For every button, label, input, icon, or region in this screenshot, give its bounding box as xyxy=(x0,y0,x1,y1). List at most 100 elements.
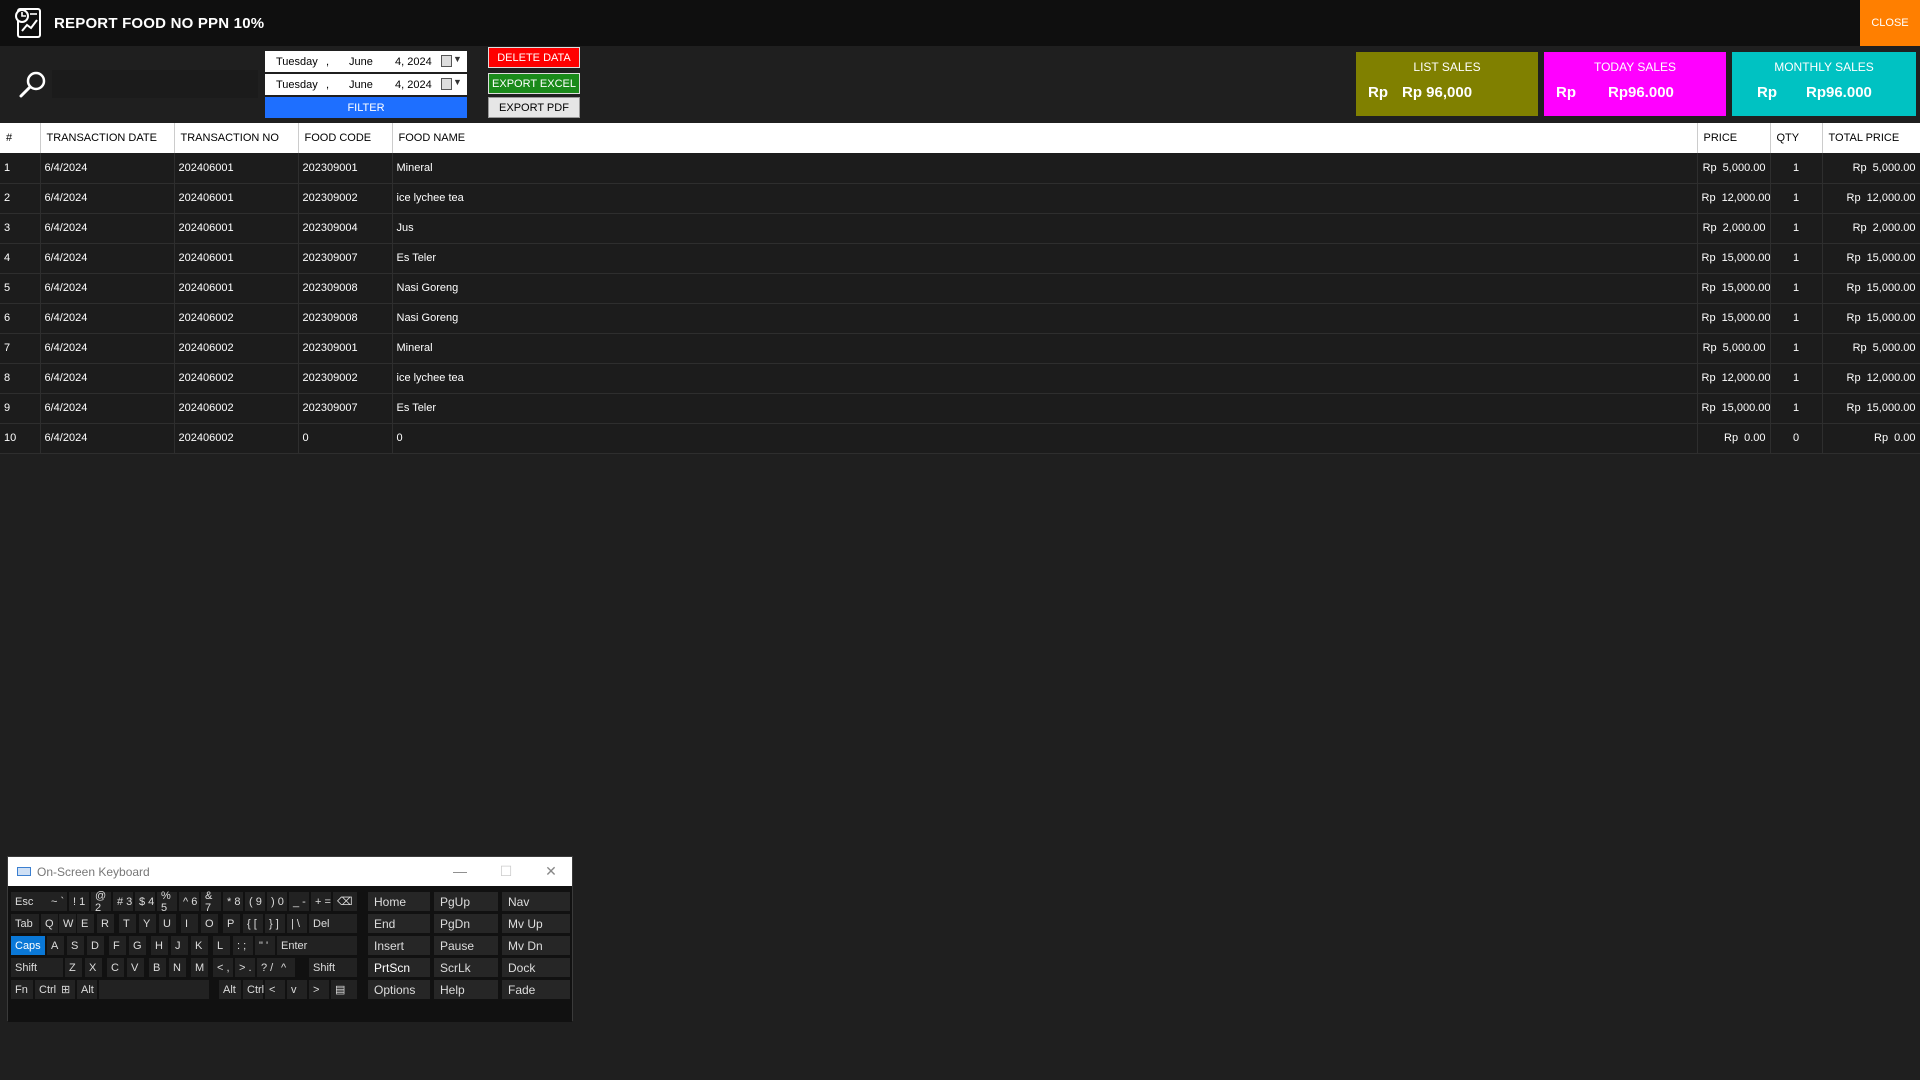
key[interactable]: } ] xyxy=(265,914,285,933)
table-row[interactable]: 6 6/4/2024 202406002 202309008 Nasi Goreng Rp… xyxy=(0,303,1920,333)
key[interactable]: Fade xyxy=(502,980,570,999)
key[interactable]: % 5 xyxy=(157,890,177,914)
key[interactable]: B xyxy=(149,958,166,977)
key[interactable]: P xyxy=(223,914,240,933)
calendar-icon[interactable] xyxy=(441,78,452,90)
table-row[interactable]: 2 6/4/2024 202406001 202309002 ice lychee te… xyxy=(0,183,1920,213)
key[interactable]: ^ 6 xyxy=(179,892,199,911)
key[interactable]: < , xyxy=(213,958,233,977)
search-input[interactable] xyxy=(52,70,258,98)
minimize-icon[interactable]: — xyxy=(450,863,470,879)
key[interactable]: A xyxy=(47,936,64,955)
key[interactable]: Ctrl xyxy=(35,980,57,999)
key[interactable]: I xyxy=(181,914,198,933)
date-to-picker[interactable]: Tuesday , June 4, 2024 ▼ xyxy=(265,74,467,95)
key[interactable]: Ctrl xyxy=(243,980,264,999)
key[interactable]: R xyxy=(97,914,114,933)
key[interactable]: " ' xyxy=(255,936,275,955)
close-button[interactable]: CLOSE xyxy=(1860,0,1920,46)
table-row[interactable]: 7 6/4/2024 202406002 202309001 Mineral Rp 5,00… xyxy=(0,333,1920,363)
key[interactable]: ScrLk xyxy=(434,958,498,977)
chevron-down-icon[interactable]: ▼ xyxy=(453,54,462,64)
key[interactable]: Fn xyxy=(11,980,33,999)
key[interactable]: Esc xyxy=(11,892,47,911)
column-header[interactable]: TRANSACTION NO xyxy=(174,123,299,153)
key[interactable]: # 3 xyxy=(113,892,133,911)
key[interactable]: Nav xyxy=(502,892,570,911)
column-header[interactable]: FOOD NAME xyxy=(392,123,1698,153)
key[interactable]: Alt xyxy=(219,980,241,999)
key[interactable]: E xyxy=(77,914,94,933)
filter-button[interactable]: FILTER xyxy=(265,97,467,118)
key[interactable]: ^ xyxy=(277,958,295,977)
key[interactable]: Mv Up xyxy=(502,914,570,933)
table-row[interactable]: 3 6/4/2024 202406001 202309004 Jus Rp 2,000.00… xyxy=(0,213,1920,243)
chevron-down-icon[interactable]: ▼ xyxy=(453,77,462,87)
key[interactable]: G xyxy=(129,936,146,955)
key[interactable]: PgUp xyxy=(434,892,498,911)
key[interactable]: Insert xyxy=(368,936,430,955)
date-from-picker[interactable]: Tuesday , June 4, 2024 ▼ xyxy=(265,51,467,72)
key[interactable]: End xyxy=(368,914,430,933)
key[interactable]: * 8 xyxy=(223,892,243,911)
key[interactable]: > xyxy=(309,980,329,999)
column-header[interactable]: FOOD CODE xyxy=(298,123,393,153)
key[interactable]: $ 4 xyxy=(135,892,155,911)
key[interactable]: Y xyxy=(139,914,156,933)
key[interactable]: ! 1 xyxy=(69,892,89,911)
key[interactable]: V xyxy=(127,958,144,977)
key[interactable]: D xyxy=(87,936,104,955)
key[interactable]: Enter xyxy=(277,936,357,955)
key[interactable]: X xyxy=(85,958,102,977)
key[interactable]: Tab xyxy=(11,914,39,933)
key[interactable]: ▤ xyxy=(331,980,357,999)
key[interactable]: Mv Dn xyxy=(502,936,570,955)
table-row[interactable]: 10 6/4/2024 202406002 0 0 Rp 0.00 0 Rp 0.00 xyxy=(0,423,1920,453)
key[interactable]: ⊞ xyxy=(57,980,75,999)
table-row[interactable]: 5 6/4/2024 202406001 202309008 Nasi Goreng Rp… xyxy=(0,273,1920,303)
key[interactable]: M xyxy=(191,958,208,977)
column-header[interactable]: TRANSACTION DATE xyxy=(40,123,175,153)
key[interactable]: Dock xyxy=(502,958,570,977)
key[interactable]: Q xyxy=(41,914,58,933)
export-pdf-button[interactable]: EXPORT PDF xyxy=(488,97,580,118)
key[interactable]: > . xyxy=(235,958,255,977)
key[interactable]: : ; xyxy=(233,936,253,955)
key[interactable]: J xyxy=(171,936,188,955)
key[interactable]: W xyxy=(59,914,76,933)
export-excel-button[interactable]: EXPORT EXCEL xyxy=(488,73,580,94)
close-icon[interactable]: ✕ xyxy=(541,863,561,880)
key[interactable]: _ - xyxy=(289,892,309,911)
key[interactable]: { [ xyxy=(243,914,263,933)
key[interactable]: F xyxy=(109,936,126,955)
key[interactable]: v xyxy=(287,980,307,999)
column-header[interactable]: # xyxy=(0,123,41,153)
maximize-icon[interactable]: ☐ xyxy=(496,863,516,880)
key[interactable]: PgDn xyxy=(434,914,498,933)
key[interactable]: @ 2 xyxy=(91,890,111,914)
key[interactable]: & 7 xyxy=(201,890,221,914)
key[interactable]: Z xyxy=(65,958,82,977)
search-icon[interactable] xyxy=(16,68,50,102)
column-header[interactable]: TOTAL PRICE xyxy=(1822,123,1920,153)
key[interactable]: H xyxy=(151,936,168,955)
key[interactable]: L xyxy=(213,936,230,955)
key[interactable]: Pause xyxy=(434,936,498,955)
key[interactable]: Shift xyxy=(11,958,63,977)
key[interactable]: < xyxy=(265,980,285,999)
key[interactable]: ) 0 xyxy=(267,892,287,911)
column-header[interactable]: PRICE xyxy=(1697,123,1771,153)
key[interactable]: O xyxy=(201,914,218,933)
key[interactable]: + = xyxy=(311,892,331,911)
column-header[interactable]: QTY xyxy=(1770,123,1823,153)
key[interactable]: Shift xyxy=(309,958,357,977)
table-row[interactable]: 1 6/4/2024 202406001 202309001 Mineral Rp 5,00… xyxy=(0,153,1920,183)
key[interactable]: Alt xyxy=(77,980,97,999)
key[interactable]: ~ ` xyxy=(47,892,67,911)
key[interactable]: | \ xyxy=(287,914,307,933)
key[interactable]: C xyxy=(107,958,124,977)
key[interactable]: S xyxy=(67,936,84,955)
key[interactable]: ( 9 xyxy=(245,892,265,911)
key[interactable]: Help xyxy=(434,980,498,999)
table-row[interactable]: 8 6/4/2024 202406002 202309002 ice lychee te… xyxy=(0,363,1920,393)
